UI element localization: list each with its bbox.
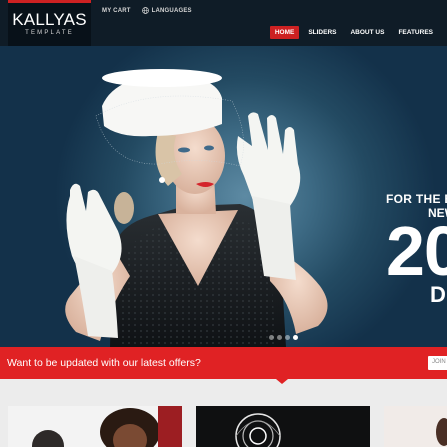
newsletter-text: Want to be updated with our latest offer… xyxy=(7,357,201,369)
top-links: MY CART LANGUAGES xyxy=(102,7,192,14)
logo-tagline: TEMPLATE xyxy=(25,30,74,36)
newsletter-arrow-icon xyxy=(276,379,288,384)
caption-small: D xyxy=(430,282,446,307)
portrait-photo xyxy=(384,406,447,447)
slider-dot-1[interactable] xyxy=(269,335,274,340)
main-nav: HOME SLIDERS ABOUT US FEATURES xyxy=(269,26,438,39)
languages-label: LANGUAGES xyxy=(151,7,192,14)
featured-thumb-3[interactable] xyxy=(384,406,447,447)
slider-dots xyxy=(269,335,298,340)
nav-home[interactable]: HOME xyxy=(269,26,300,39)
site-logo[interactable]: KALLYAS TEMPLATE xyxy=(8,0,91,46)
site-header: KALLYAS TEMPLATE MY CART LANGUAGES HOME … xyxy=(0,0,447,46)
featured-thumb-1[interactable] xyxy=(8,406,182,447)
nav-sliders[interactable]: SLIDERS xyxy=(303,26,341,39)
languages-link[interactable]: LANGUAGES xyxy=(141,7,192,14)
slider-dot-2[interactable] xyxy=(277,335,282,340)
hero-model-image xyxy=(65,69,328,347)
slider-dot-3[interactable] xyxy=(285,335,290,340)
logo-name: KALLYAS xyxy=(12,10,87,29)
hero-slider[interactable]: FOR THE B NEW 20 D xyxy=(0,46,447,347)
join-button[interactable]: JOIN xyxy=(428,356,447,370)
hero-caption: FOR THE B NEW 20 D xyxy=(386,192,447,306)
my-cart-link[interactable]: MY CART xyxy=(102,8,131,14)
globe-icon xyxy=(141,7,149,14)
featured-strip xyxy=(0,379,447,447)
nav-features[interactable]: FEATURES xyxy=(393,26,438,39)
caption-line-1: FOR THE B xyxy=(386,192,447,206)
slider-dot-4[interactable] xyxy=(293,335,298,340)
caption-year: 20 xyxy=(386,212,447,290)
newsletter-bar: Want to be updated with our latest offer… xyxy=(0,347,447,379)
featured-thumb-2[interactable] xyxy=(196,406,370,447)
nav-about-us[interactable]: ABOUT US xyxy=(345,26,389,39)
abstract-photo xyxy=(196,406,370,447)
people-photo xyxy=(8,406,182,447)
